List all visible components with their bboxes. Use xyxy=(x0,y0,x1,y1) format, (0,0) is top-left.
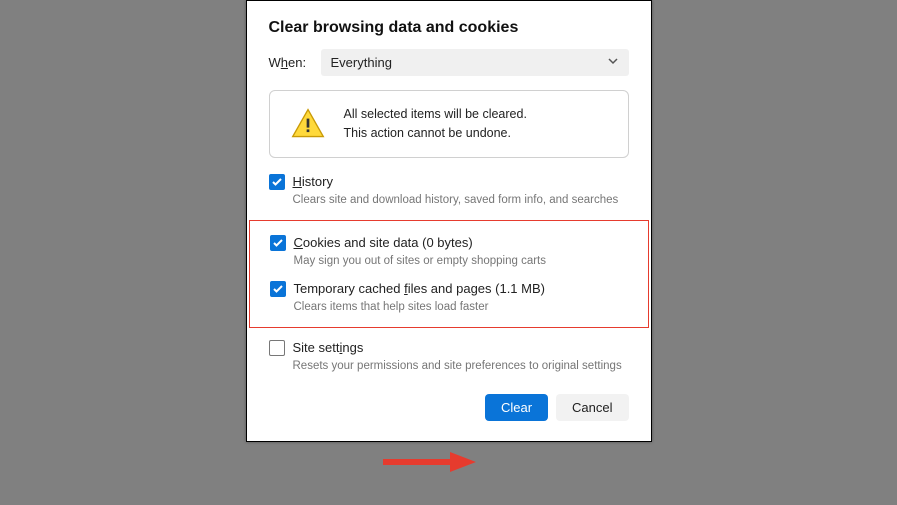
warning-box: All selected items will be cleared. This… xyxy=(269,90,629,158)
clear-data-dialog: Clear browsing data and cookies When: Ev… xyxy=(246,0,652,442)
warning-triangle-icon xyxy=(290,106,326,142)
option-history: History Clears site and download history… xyxy=(269,174,629,206)
history-label: History xyxy=(293,174,333,189)
clear-button[interactable]: Clear xyxy=(485,394,548,421)
dialog-buttons: Clear Cancel xyxy=(269,394,629,421)
site-settings-checkbox[interactable] xyxy=(269,340,285,356)
chevron-down-icon xyxy=(607,55,619,70)
cancel-button[interactable]: Cancel xyxy=(556,394,628,421)
cache-label: Temporary cached files and pages (1.1 MB… xyxy=(294,281,545,296)
dialog-title: Clear browsing data and cookies xyxy=(269,19,629,37)
when-row: When: Everything xyxy=(269,49,629,76)
site-settings-desc: Resets your permissions and site prefere… xyxy=(293,360,629,372)
history-checkbox[interactable] xyxy=(269,174,285,190)
when-select[interactable]: Everything xyxy=(321,49,629,76)
cache-desc: Clears items that help sites load faster xyxy=(294,301,628,313)
warning-text: All selected items will be cleared. This… xyxy=(344,105,527,143)
site-settings-label: Site settings xyxy=(293,340,364,355)
annotation-arrow-icon xyxy=(378,446,478,478)
option-site-settings: Site settings Resets your permissions an… xyxy=(269,340,629,372)
when-label: When: xyxy=(269,55,321,70)
cookies-checkbox[interactable] xyxy=(270,235,286,251)
history-desc: Clears site and download history, saved … xyxy=(293,194,629,206)
cookies-label: Cookies and site data (0 bytes) xyxy=(294,235,473,250)
cache-checkbox[interactable] xyxy=(270,281,286,297)
when-value: Everything xyxy=(331,55,392,70)
highlighted-options: Cookies and site data (0 bytes) May sign… xyxy=(249,220,649,328)
option-cookies: Cookies and site data (0 bytes) May sign… xyxy=(270,235,628,267)
cookies-desc: May sign you out of sites or empty shopp… xyxy=(294,255,628,267)
option-cache: Temporary cached files and pages (1.1 MB… xyxy=(270,281,628,313)
